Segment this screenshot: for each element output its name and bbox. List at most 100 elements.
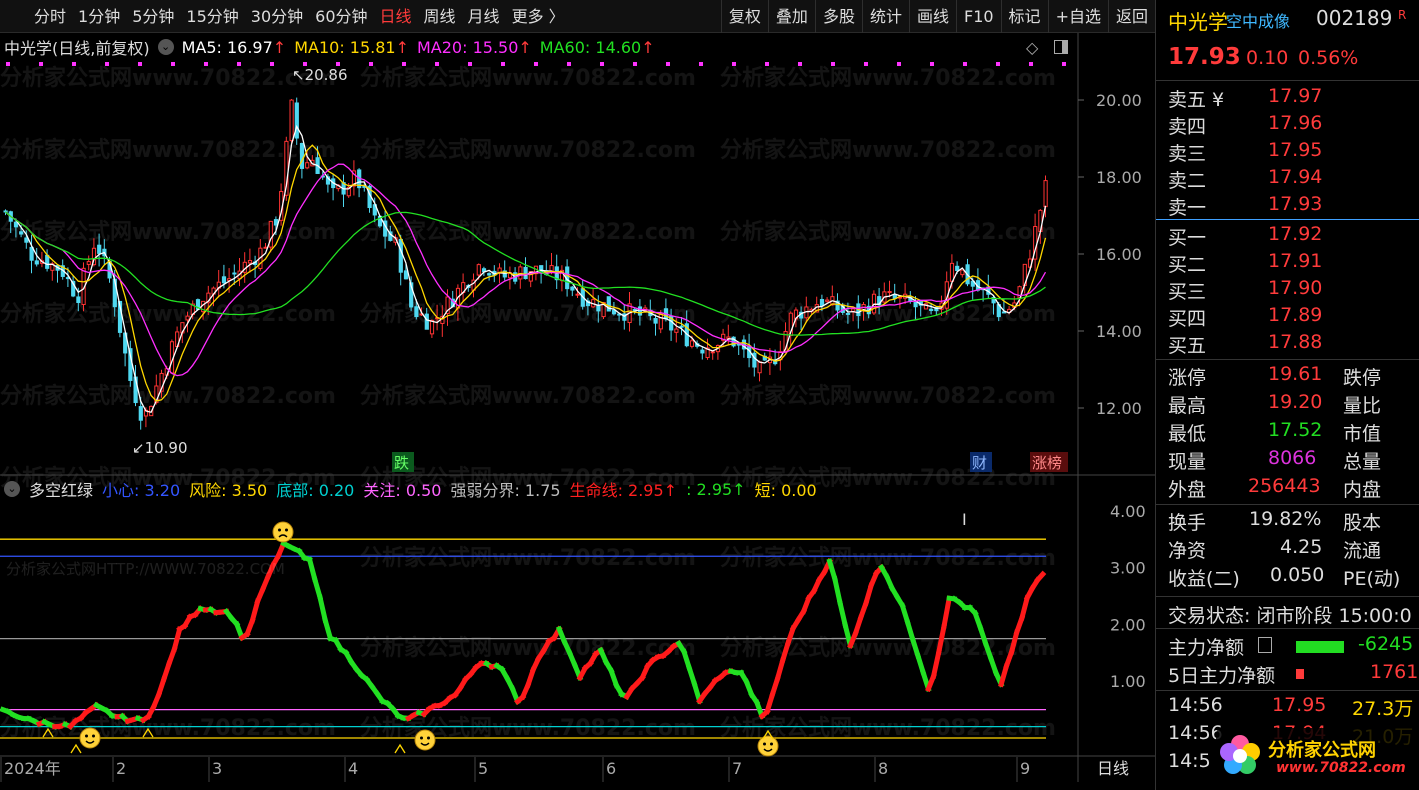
low-price-label: ↙10.90 [132,439,188,457]
candle-body [523,266,528,280]
candle-body [398,238,403,273]
kline-chart[interactable]: 20.00 18.00 16.00 14.00 12.00 4.00 3.00 2.00 1.0… [0,0,1155,790]
signal-dot [39,62,43,66]
candle-body [185,315,190,321]
signal-dot [105,62,109,66]
candle-body [13,221,19,228]
candle-body [819,298,825,307]
list-icon[interactable] [1258,637,1272,653]
candle-body [29,246,34,261]
candle-body [305,162,310,169]
signal-dot [864,62,868,66]
divider [1156,359,1419,360]
stat-row: 现量 8066 总量 [1168,447,1382,473]
signal-dot [501,62,505,66]
signal-dot [1029,62,1033,66]
candle-body [232,272,237,275]
x-tick-label: 7 [732,759,742,778]
last-price: 17.93 [1168,44,1241,70]
signal-dot [963,62,967,66]
x-tick-label: 6 [606,759,616,778]
candle-body [637,306,643,316]
bid-row: 买三 17.90 [1168,277,1323,303]
flow-bar [1296,641,1344,653]
indicator-segment [998,663,1010,688]
indicator-segment [306,556,318,583]
smile-face-icon-eye [763,742,766,746]
ask-row: 卖二 17.94 [1168,166,1323,192]
signal-dot [633,62,637,66]
indicator-tick-label: 3.00 [1110,559,1146,578]
signal-dot [1062,62,1066,66]
candle-body [679,325,684,328]
candle-body [476,264,481,276]
smile-face-icon-eye [770,742,773,746]
price-change-pct: 0.56% [1298,47,1359,69]
candle-body [19,231,24,235]
bid-row: 买五 17.88 [1168,331,1323,357]
signal-dot [435,62,439,66]
stock-code: 002189 [1316,6,1393,30]
indicator-segment [317,594,329,624]
candle-body [845,312,851,315]
signal-dot [6,62,10,66]
trade-status: 交易状态: 闭市阶段 15:00:0 [1168,605,1412,627]
divider [1156,596,1419,597]
indicator-segment [779,640,792,664]
candle-body [138,406,143,421]
indicator-segment [1018,594,1031,621]
signal-dot [699,62,703,66]
candle-body [913,301,918,308]
signal-dot [369,62,373,66]
bottom-marker-icon [42,727,54,738]
indicator-segment [764,691,776,715]
stat-row: 最低 17.52 市值 [1168,419,1382,445]
candle-body [299,142,305,169]
indicator-segment [686,664,698,687]
candle-body [689,340,695,347]
bottom-marker-icon [70,743,82,754]
candle-body [887,291,892,294]
candle-body [247,260,253,264]
x-tick-label: 8 [878,759,888,778]
candle-body [700,349,705,354]
x-tick-label: 3 [212,759,222,778]
indicator-segment [935,623,947,656]
main-net-flow: 主力净额 -6245 [1168,633,1414,659]
signal-dot [600,62,604,66]
ask-row: 卖四 17.96 [1168,112,1323,138]
bid-row: 买四 17.89 [1168,304,1323,330]
candle-body [429,320,435,335]
bottom-marker-icon [394,743,406,754]
candle-body [34,260,39,265]
indicator-segment [249,598,261,624]
bottom-marker-icon [142,727,154,738]
x-tick-label: 2024年 [4,759,61,778]
price-row: 17.93 0.10 0.56% [1156,44,1419,76]
signal-dot [237,62,241,66]
price-tick-label: 16.00 [1096,245,1142,264]
indicator-segment [930,649,942,679]
quote-header: 中光学 空中成像 002189 R [1156,6,1419,36]
indicator-segment [1008,629,1020,655]
ask-row: 卖一 17.93 [1168,193,1323,219]
ask-row: 卖三 17.95 [1168,139,1323,165]
signal-dot [996,62,1000,66]
concept-tag[interactable]: 空中成像 [1226,8,1290,32]
price-change: 0.10 [1246,47,1289,69]
indicator-segment [862,582,875,607]
candle-body [221,276,227,284]
ask-row: 卖五 ¥17.97 [1168,85,1323,111]
candle-body [273,219,279,226]
indicator-segment [680,648,693,672]
x-tick-label: 4 [348,759,358,778]
drop-tag: 跌 [394,454,409,472]
indicator-segment [904,619,916,643]
x-tick-label: 2 [116,759,126,778]
signal-dot [831,62,835,66]
candle-body [24,237,29,243]
r-flag: R [1398,8,1407,22]
smile-face-icon [757,735,779,757]
five-day-net-flow: 5日主力净额 1761 [1168,661,1419,687]
flow-bar [1296,669,1304,679]
